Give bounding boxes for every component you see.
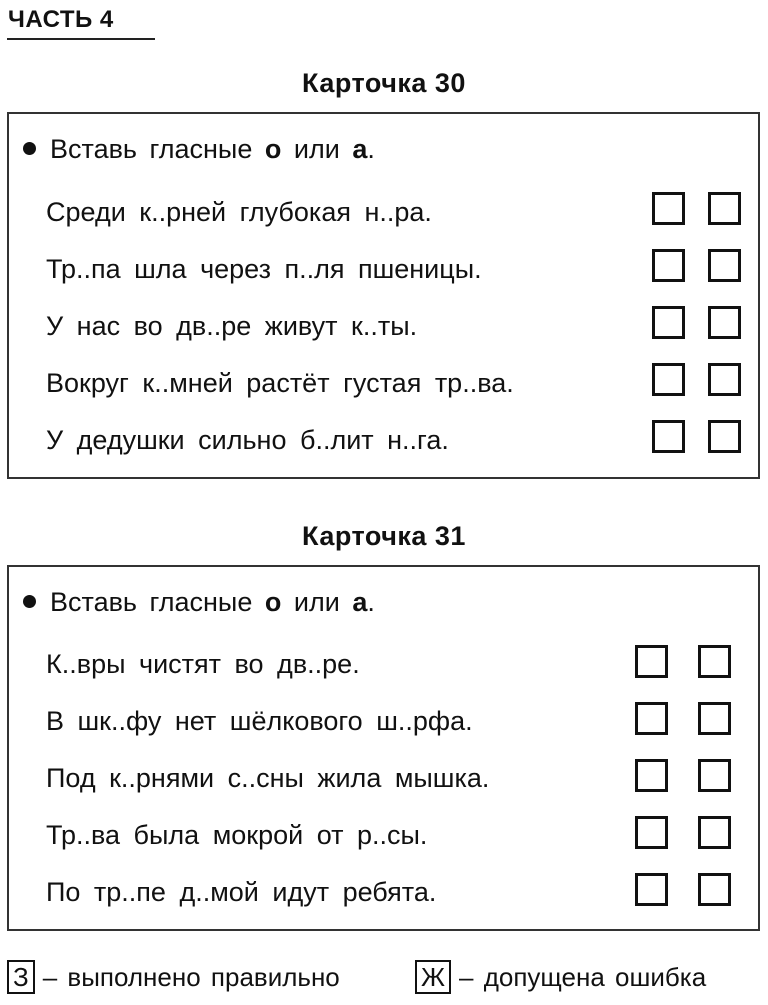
answer-box[interactable] xyxy=(652,306,685,339)
exercise-row: Вокруг к..мней растёт густая тр..ва. xyxy=(46,368,514,398)
answer-box[interactable] xyxy=(635,873,668,906)
exercise-row: У дедушки сильно б..лит н..га. xyxy=(46,425,449,455)
bullet-icon xyxy=(23,142,36,156)
answer-box[interactable] xyxy=(698,702,731,735)
bullet-icon xyxy=(23,595,36,609)
answer-box[interactable] xyxy=(698,873,731,906)
answer-box[interactable] xyxy=(635,702,668,735)
answer-box[interactable] xyxy=(652,192,685,225)
card-30: Вставь гласные о или а. Среди к..рней гл… xyxy=(7,112,760,479)
instruction: Вставь гласные о или а. xyxy=(23,134,375,165)
answer-box[interactable] xyxy=(652,363,685,396)
exercise-row: В шк..фу нет шёлкового ш..рфа. xyxy=(46,706,473,736)
card-31: Вставь гласные о или а. К..вры чистят во… xyxy=(7,565,760,931)
exercise-row: У нас во дв..ре живут к..ты. xyxy=(46,311,418,341)
answer-box[interactable] xyxy=(652,420,685,453)
answer-box[interactable] xyxy=(635,759,668,792)
answer-box[interactable] xyxy=(708,420,741,453)
answer-box[interactable] xyxy=(635,816,668,849)
part-underline xyxy=(7,38,155,40)
exercise-row: Тр..ва была мокрой от р..сы. xyxy=(46,820,428,850)
answer-box[interactable] xyxy=(635,645,668,678)
answer-box[interactable] xyxy=(698,645,731,678)
exercise-row: Среди к..рней глубокая н..ра. xyxy=(46,197,432,227)
answer-box[interactable] xyxy=(708,306,741,339)
exercise-row: По тр..пе д..мой идут ребята. xyxy=(46,877,437,907)
legend-error: Ж – допущена ошибка xyxy=(415,960,706,994)
card-title-30: Карточка 30 xyxy=(302,68,466,98)
answer-box[interactable] xyxy=(708,192,741,225)
correct-mark: З xyxy=(7,960,35,994)
answer-box[interactable] xyxy=(708,363,741,396)
exercise-row: Под к..рнями с..сны жила мышка. xyxy=(46,763,490,793)
exercise-row: К..вры чистят во дв..ре. xyxy=(46,649,360,679)
card-title-31: Карточка 31 xyxy=(302,521,466,551)
legend-correct: З – выполнено правильно xyxy=(7,960,340,994)
error-mark: Ж xyxy=(415,960,452,994)
exercise-row: Тр..па шла через п..ля пшеницы. xyxy=(46,254,482,284)
part-label: ЧАСТЬ 4 xyxy=(8,6,114,33)
error-text: – допущена ошибка xyxy=(459,962,707,992)
answer-box[interactable] xyxy=(698,759,731,792)
answer-box[interactable] xyxy=(698,816,731,849)
answer-box[interactable] xyxy=(652,249,685,282)
instruction: Вставь гласные о или а. xyxy=(23,587,375,618)
correct-text: – выполнено правильно xyxy=(42,962,340,992)
answer-box[interactable] xyxy=(708,249,741,282)
